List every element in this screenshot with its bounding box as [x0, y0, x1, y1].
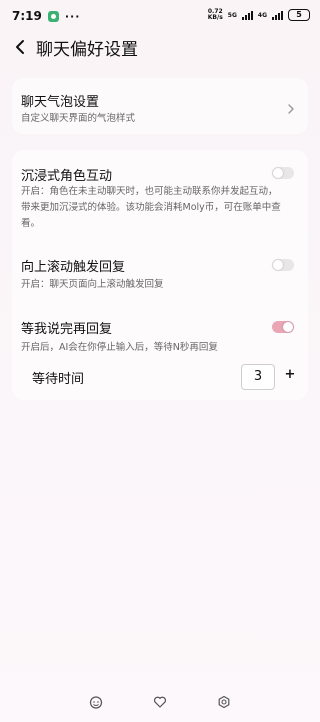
wait-time-input[interactable]: 3 [241, 364, 275, 390]
signal-5g-label: 5G [227, 11, 237, 19]
immersive-desc-line-3: 看。 [21, 218, 41, 229]
more-notifications-icon: ··· [64, 9, 81, 23]
status-bar: 7:19 ··· 0.72 KB/s 5G 4G 5 [0, 0, 320, 32]
scroll-reply-title: 向上滚动触发回复 [21, 260, 126, 275]
chevron-right-icon [286, 100, 296, 114]
heart-icon[interactable] [152, 694, 168, 710]
gear-icon[interactable] [216, 694, 232, 710]
interaction-settings-card: 沉浸式角色互动 开启：角色在未主动聊天时，也可能主动联系你并发起互动， 带来更加… [12, 150, 308, 400]
app-notification-icon [47, 10, 59, 22]
increment-button[interactable]: + [282, 367, 298, 382]
signal-4g-icon [272, 10, 283, 20]
scroll-reply-desc: 开启：聊天页面向上滚动触发回复 [21, 279, 164, 290]
status-time: 7:19 [12, 9, 42, 23]
bubble-settings-title: 聊天气泡设置 [21, 95, 100, 110]
scroll-reply-toggle[interactable] [272, 259, 294, 271]
back-icon[interactable] [10, 37, 30, 57]
face-icon[interactable] [88, 694, 104, 710]
immersive-title: 沉浸式角色互动 [21, 169, 113, 184]
signal-5g-icon [241, 10, 253, 20]
wait-reply-desc: 开启后，AI会在你停止输入后，等待N秒再回复 [21, 342, 218, 353]
bubble-settings-item[interactable]: 聊天气泡设置 自定义聊天界面的气泡样式 [12, 78, 308, 134]
wait-reply-toggle[interactable] [272, 321, 294, 333]
immersive-desc-line-1: 开启：角色在未主动聊天时，也可能主动联系你并发起互动， [21, 186, 278, 197]
status-indicators: 0.72 KB/s 5G 4G 5 [208, 9, 310, 21]
wait-reply-title: 等我说完再回复 [21, 322, 113, 337]
wait-time-label: 等待时间 [32, 372, 85, 387]
bubble-settings-desc: 自定义聊天界面的气泡样式 [21, 113, 136, 124]
bottom-nav [0, 682, 320, 722]
battery-icon: 5 [288, 9, 310, 21]
immersive-toggle[interactable] [272, 167, 294, 179]
immersive-desc-line-2: 带来更加沉浸式的体验。该功能会消耗Moly币，可在账单中查 [21, 202, 281, 213]
network-speed: 0.72 KB/s [207, 8, 223, 21]
header: 聊天偏好设置 [0, 30, 320, 64]
signal-4g-label: 4G [257, 11, 267, 19]
page-title: 聊天偏好设置 [36, 39, 138, 60]
